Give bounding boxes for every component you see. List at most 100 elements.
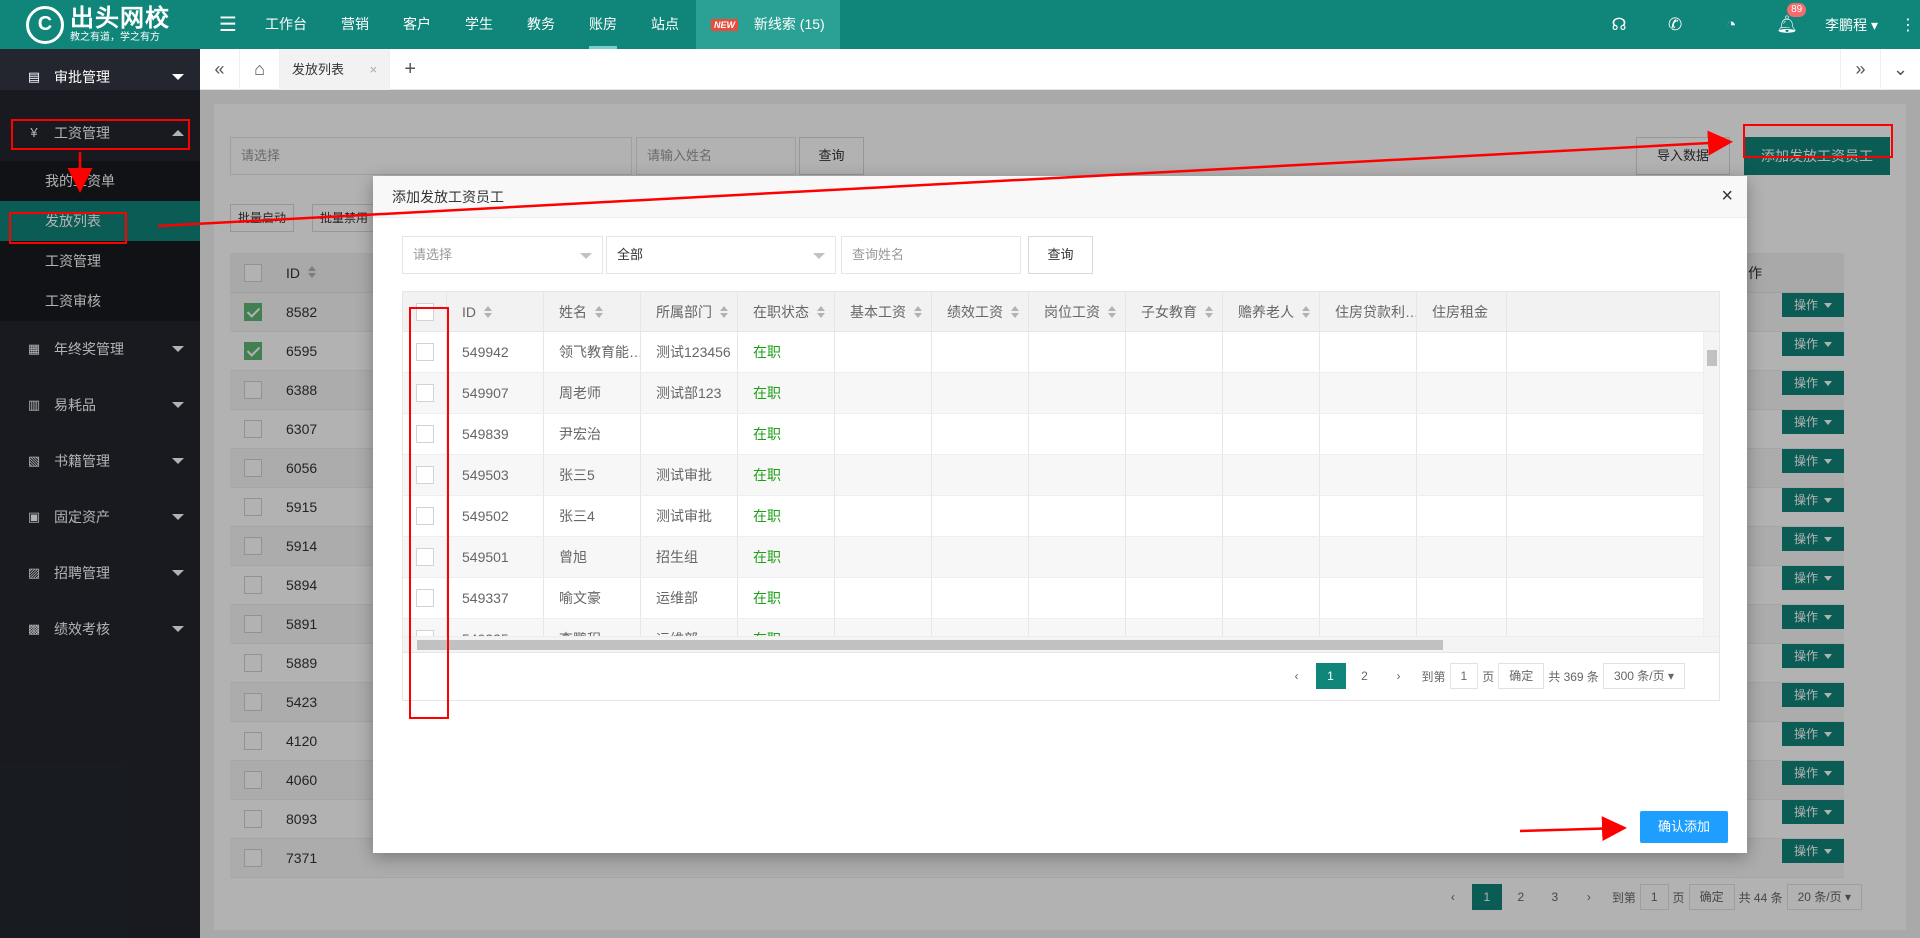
tab-payout-list[interactable]: 发放列表 × [280, 48, 391, 90]
row-checkbox[interactable] [244, 771, 262, 789]
query-button[interactable]: 查询 [799, 137, 864, 175]
grid-col-header[interactable]: 绩效工资 [932, 292, 1029, 331]
row-checkbox[interactable] [244, 576, 262, 594]
nav-site[interactable]: 站点 [634, 0, 696, 49]
row-ops-button[interactable]: 操作 [1782, 449, 1844, 473]
sort-icon[interactable] [1302, 305, 1310, 318]
nav-finance[interactable]: 账房 [572, 0, 634, 49]
chevron-down-icon[interactable]: ⌄ [1880, 49, 1920, 90]
sort-icon[interactable] [914, 305, 922, 318]
row-ops-button[interactable]: 操作 [1782, 371, 1844, 395]
nav-academic[interactable]: 教务 [510, 0, 572, 49]
logo[interactable]: C 出头网校 教之有道，学之有方 [0, 0, 200, 49]
page-number-input[interactable]: 1 [1639, 884, 1669, 910]
vertical-scrollbar[interactable] [1703, 332, 1719, 636]
row-ops-button[interactable]: 操作 [1782, 722, 1844, 746]
sort-icon[interactable] [817, 305, 825, 318]
phone-icon[interactable]: ✆ [1647, 15, 1703, 35]
row-checkbox[interactable] [244, 459, 262, 477]
goto-confirm-button[interactable]: 确定 [1498, 663, 1545, 689]
dialog-name-input[interactable]: 查询姓名 [841, 236, 1021, 274]
row-ops-button[interactable]: 操作 [1782, 488, 1844, 512]
grid-col-header[interactable]: 所属部门 [641, 292, 738, 331]
headset-icon[interactable]: ☊ [1591, 15, 1647, 35]
double-chevron-right-icon[interactable]: » [1840, 49, 1880, 90]
row-ops-button[interactable]: 操作 [1782, 293, 1844, 317]
sidebar-group-performance[interactable]: ▩ 绩效考核 [0, 601, 200, 657]
row-checkbox[interactable] [244, 810, 262, 828]
next-page-icon[interactable]: › [1574, 884, 1604, 910]
row-checkbox[interactable] [244, 615, 262, 633]
grid-col-header[interactable]: 岗位工资 [1029, 292, 1126, 331]
row-checkbox[interactable] [244, 381, 262, 399]
tab-close-icon[interactable]: × [370, 62, 378, 77]
bell-icon[interactable]: 🔔︎ 89 [1759, 2, 1815, 35]
grid-col-header[interactable]: 住房贷款利… [1320, 292, 1417, 331]
batch-disable-button[interactable]: 批量禁用 [312, 204, 376, 232]
grid-col-header[interactable]: 住房租金 [1417, 292, 1507, 331]
nav-new-clues[interactable]: NEW 新线索 (15) [696, 0, 840, 49]
nav-customer[interactable]: 客户 [386, 0, 448, 49]
page-number-input[interactable]: 1 [1449, 663, 1479, 689]
double-chevron-left-icon[interactable]: « [200, 48, 240, 90]
sidebar-item-my-payslip[interactable]: 我的工资单 [0, 161, 200, 201]
row-ops-button[interactable]: 操作 [1782, 410, 1844, 434]
filter-select[interactable]: 请选择 [230, 137, 632, 175]
row-ops-button[interactable]: 操作 [1782, 605, 1844, 629]
row-checkbox[interactable] [244, 693, 262, 711]
next-page-icon[interactable]: › [1384, 663, 1414, 689]
add-tab-icon[interactable]: + [390, 58, 430, 81]
sidebar-group-bonus[interactable]: ▦ 年终奖管理 [0, 321, 200, 377]
grid-col-header[interactable]: 子女教育 [1126, 292, 1223, 331]
scroll-thumb[interactable] [417, 640, 1443, 650]
sort-icon[interactable] [1205, 305, 1213, 318]
sort-icon[interactable] [1108, 305, 1116, 318]
menu-collapse-icon[interactable]: ☰ [208, 12, 248, 37]
row-ops-button[interactable]: 操作 [1782, 644, 1844, 668]
import-data-button[interactable]: 导入数据 [1636, 137, 1730, 175]
row-checkbox[interactable] [244, 498, 262, 516]
goto-confirm-button[interactable]: 确定 [1688, 884, 1735, 910]
sort-icon[interactable] [1011, 305, 1019, 318]
row-ops-button[interactable]: 操作 [1782, 761, 1844, 785]
grid-col-header[interactable]: 赡养老人 [1223, 292, 1320, 331]
sidebar-group-books[interactable]: ▧ 书籍管理 [0, 433, 200, 489]
batch-enable-button[interactable]: 批量启动 [230, 204, 294, 232]
user-menu[interactable]: 李鹏程 ▾ [1815, 15, 1896, 35]
row-checkbox[interactable] [244, 849, 262, 867]
page-2[interactable]: 2 [1350, 663, 1380, 689]
prev-page-icon[interactable]: ‹ [1282, 663, 1312, 689]
sidebar-group-recruit[interactable]: ▨ 招聘管理 [0, 545, 200, 601]
page-3[interactable]: 3 [1540, 884, 1570, 910]
row-ops-button[interactable]: 操作 [1782, 527, 1844, 551]
grid-col-header[interactable]: ID [447, 292, 544, 331]
sort-icon[interactable] [595, 305, 603, 318]
horizontal-scrollbar[interactable] [403, 636, 1719, 652]
scroll-thumb[interactable] [1707, 350, 1717, 366]
sidebar-group-assets[interactable]: ▣ 固定资产 [0, 489, 200, 545]
per-page-select[interactable]: 20 条/页 ▾ [1786, 884, 1862, 910]
confirm-add-button[interactable]: 确认添加 [1640, 811, 1728, 843]
per-page-select[interactable]: 300 条/页 ▾ [1602, 663, 1685, 689]
nav-workbench[interactable]: 工作台 [248, 0, 324, 49]
row-ops-button[interactable]: 操作 [1782, 566, 1844, 590]
page-1[interactable]: 1 [1471, 884, 1502, 910]
prev-page-icon[interactable]: ‹ [1438, 884, 1468, 910]
sort-icon[interactable] [484, 305, 492, 318]
grid-col-header[interactable]: 姓名 [544, 292, 641, 331]
sort-icon[interactable] [720, 305, 728, 318]
close-icon[interactable]: × [1721, 186, 1733, 206]
sidebar-item-salary-review[interactable]: 工资审核 [0, 281, 200, 321]
row-checkbox[interactable] [244, 420, 262, 438]
page-2[interactable]: 2 [1506, 884, 1536, 910]
grid-col-header[interactable]: 基本工资 [835, 292, 932, 331]
sidebar-group-consumables[interactable]: ▥ 易耗品 [0, 377, 200, 433]
row-ops-button[interactable]: 操作 [1782, 839, 1844, 863]
row-checkbox[interactable] [244, 303, 262, 321]
dialog-query-button[interactable]: 查询 [1028, 236, 1093, 274]
select-all-checkbox[interactable] [244, 263, 262, 282]
nav-student[interactable]: 学生 [448, 0, 510, 49]
home-icon[interactable]: ⌂ [240, 48, 280, 90]
row-ops-button[interactable]: 操作 [1782, 683, 1844, 707]
dialog-filter-select[interactable]: 请选择 [402, 236, 603, 274]
